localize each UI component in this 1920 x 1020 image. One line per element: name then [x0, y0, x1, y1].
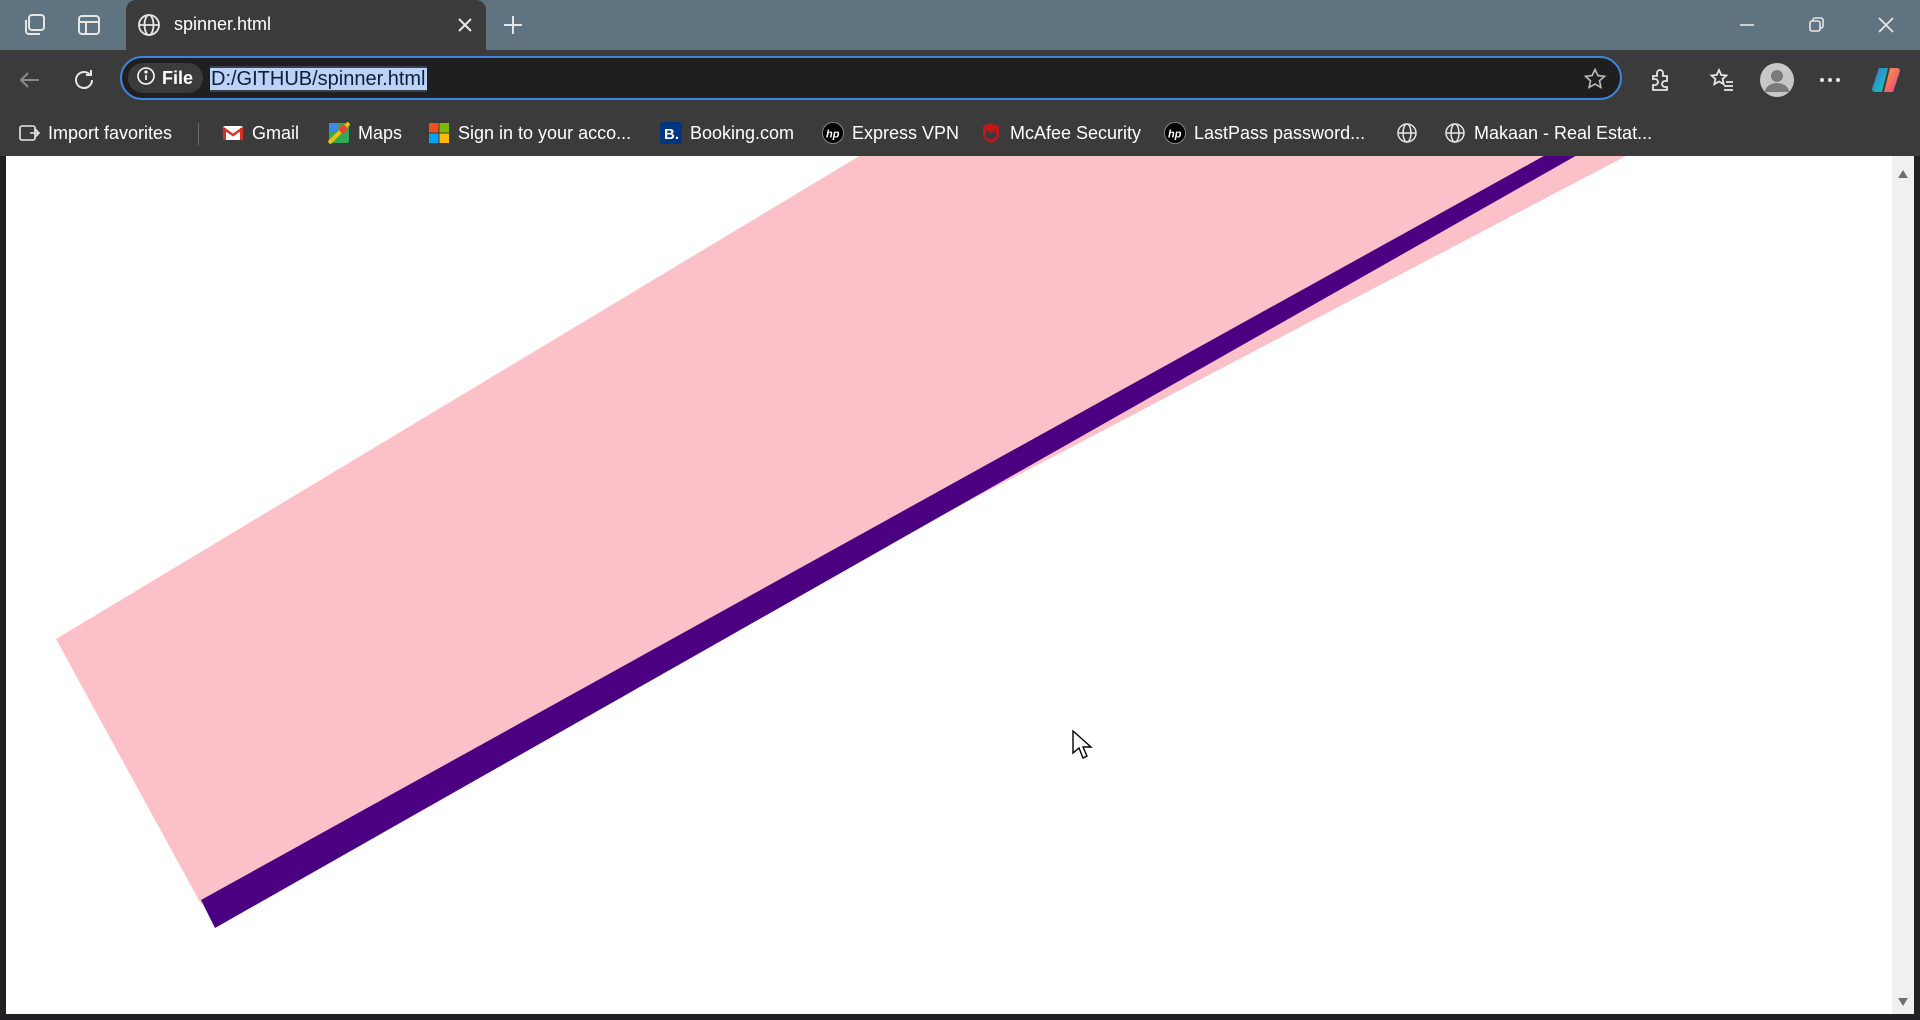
- favorites-bar: Import favorites Gmail Maps Sign in to y…: [0, 110, 1920, 156]
- url-text: D:/GITHUB/spinner.html: [210, 68, 427, 90]
- address-bar[interactable]: File D:/GITHUB/spinner.html: [120, 56, 1622, 100]
- bookmark-label: Sign in to your acco...: [458, 122, 632, 143]
- copilot-icon[interactable]: [1868, 62, 1904, 98]
- import-icon: [18, 122, 40, 144]
- gmail-icon: [222, 122, 244, 144]
- svg-text:hp: hp: [1168, 129, 1182, 141]
- page-viewport: [6, 156, 1892, 1014]
- mouse-cursor-icon: [1072, 729, 1094, 760]
- navigation-toolbar: File D:/GITHUB/spinner.html: [0, 50, 1920, 110]
- new-tab-icon[interactable]: [498, 10, 528, 40]
- bookmark-makaan[interactable]: Makaan - Real Estat...: [1444, 119, 1652, 147]
- bookmark-gmail[interactable]: Gmail: [222, 119, 299, 147]
- tab-title: spinner.html: [174, 14, 272, 34]
- bookmark-express-vpn[interactable]: hp Express VPN: [822, 119, 959, 147]
- refresh-icon[interactable]: [66, 62, 102, 98]
- minimize-icon[interactable]: [1727, 8, 1767, 42]
- mcafee-icon: [980, 122, 1002, 144]
- back-icon[interactable]: [12, 62, 48, 98]
- svg-text:hp: hp: [826, 129, 840, 141]
- vertical-tabs-icon[interactable]: [74, 10, 104, 40]
- site-chip-label: File: [162, 67, 194, 88]
- bookmark-label: Booking.com: [690, 122, 795, 143]
- bookmark-label: Maps: [358, 122, 403, 143]
- tab-active[interactable]: spinner.html: [126, 0, 486, 50]
- bookmark-label: Express VPN: [852, 122, 960, 143]
- workspaces-icon[interactable]: [20, 10, 50, 40]
- site-info-button[interactable]: File: [128, 63, 204, 93]
- booking-icon: B.: [660, 122, 682, 144]
- bookmark-mcafee[interactable]: McAfee Security: [980, 119, 1141, 147]
- bookmark-divider: [198, 123, 199, 145]
- bookmark-label: Gmail: [252, 122, 300, 143]
- bookmark-maps[interactable]: Maps: [328, 119, 402, 147]
- close-tab-icon[interactable]: [452, 12, 478, 38]
- favorites-icon[interactable]: [1704, 62, 1740, 98]
- profile-avatar[interactable]: [1757, 60, 1797, 100]
- scroll-down-icon[interactable]: [1896, 996, 1910, 1008]
- vertical-scrollbar[interactable]: [1892, 156, 1914, 1014]
- bookmark-lastpass[interactable]: hp LastPass password...: [1164, 119, 1365, 147]
- scroll-up-icon[interactable]: [1896, 168, 1910, 180]
- bookmark-label: McAfee Security: [1010, 122, 1142, 143]
- bookmark-import-favorites[interactable]: Import favorites: [18, 119, 172, 147]
- svg-text:B.: B.: [664, 126, 679, 143]
- bookmark-label: LastPass password...: [1194, 122, 1366, 143]
- bookmark-microsoft-signin[interactable]: Sign in to your acco...: [428, 119, 631, 147]
- info-icon: [136, 66, 156, 91]
- spinner-canvas: [56, 156, 1626, 928]
- microsoft-icon: [428, 122, 450, 144]
- bookmark-globe[interactable]: [1396, 119, 1418, 147]
- globe-icon: [136, 12, 162, 38]
- title-bar: spinner.html: [0, 0, 1920, 50]
- extensions-icon[interactable]: [1642, 62, 1678, 98]
- bookmark-label: Makaan - Real Estat...: [1474, 122, 1653, 143]
- hp-icon: hp: [822, 122, 844, 144]
- hp-icon: hp: [1164, 122, 1186, 144]
- bookmark-label: Import favorites: [48, 122, 173, 143]
- close-window-icon[interactable]: [1866, 8, 1906, 42]
- globe-icon: [1444, 122, 1466, 144]
- bookmark-booking[interactable]: B. Booking.com: [660, 119, 794, 147]
- url-input[interactable]: D:/GITHUB/spinner.html: [210, 66, 427, 92]
- globe-icon: [1396, 122, 1418, 144]
- restore-icon[interactable]: [1796, 8, 1836, 42]
- more-options-icon[interactable]: [1812, 62, 1848, 98]
- maps-icon: [328, 122, 350, 144]
- spinner-band: [56, 156, 1626, 904]
- add-favorite-star-icon[interactable]: [1580, 64, 1610, 94]
